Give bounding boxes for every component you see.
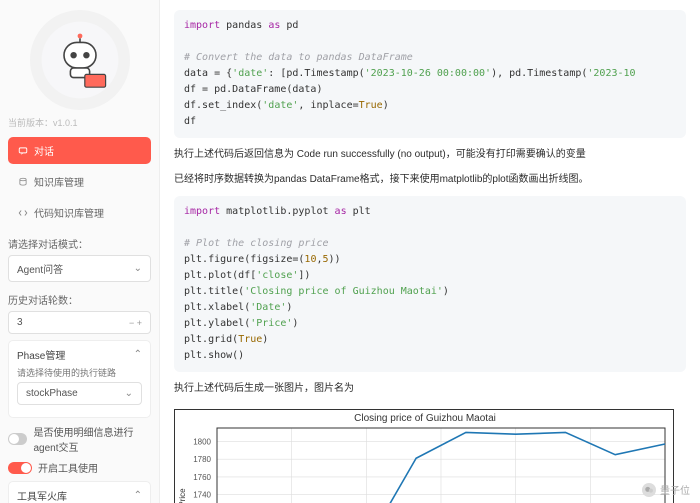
toggle-detail-row: 是否使用明细信息进行agent交互 [8,424,151,454]
watermark: 量子位 [642,482,690,497]
svg-text:1800: 1800 [193,437,211,446]
nav-chat-label: 对话 [34,143,54,158]
chevron-down-icon: ⌄ [134,263,142,274]
history-value: 3 [17,317,23,328]
select-mode-value: Agent问答 [17,261,63,276]
toolbox-card: 工具军火库 ⌃ 请选择待使用的工具 StockInfo× StockName× … [8,481,151,503]
nav-kb-label: 知识库管理 [34,174,84,189]
phase-card-title: Phase管理 [17,347,65,362]
chevron-up-icon[interactable]: ⌃ [134,349,142,360]
phase-select-value: stockPhase [26,388,78,399]
robot-icon [40,20,120,100]
app-logo [30,10,130,110]
main-content: import pandas as pd # Convert the data t… [160,0,700,503]
svg-text:1780: 1780 [193,455,211,464]
phase-card: Phase管理 ⌃ 请选择待使用的执行链路 stockPhase ⌄ [8,340,151,418]
toggle-detail[interactable] [8,433,27,445]
chevron-up-icon[interactable]: ⌃ [134,490,142,501]
svg-text:1760: 1760 [193,473,211,482]
code-block-2: import matplotlib.pyplot as plt # Plot t… [174,196,686,372]
database-icon [18,177,28,187]
code-block-1: import pandas as pd # Convert the data t… [174,10,686,138]
sidebar: 当前版本：v1.0.1 对话 知识库管理 代码知识库管理 请选择对话模式： Ag… [0,0,160,503]
history-label: 历史对话轮数： [8,292,151,307]
toggle-detail-label: 是否使用明细信息进行agent交互 [33,424,151,454]
watermark-label: 量子位 [660,482,690,497]
svg-text:Closing price of Guizhou Maota: Closing price of Guizhou Maotai [354,413,496,424]
svg-text:1740: 1740 [193,491,211,500]
phase-select[interactable]: stockPhase ⌄ [17,382,142,405]
toolbox-title: 工具军火库 [17,488,67,503]
history-stepper[interactable]: 3 − + [8,311,151,334]
wechat-icon [642,483,656,497]
nav-knowledge[interactable]: 知识库管理 [8,168,151,195]
nav-chat[interactable]: 对话 [8,137,151,164]
stepper-buttons[interactable]: − + [129,318,142,328]
chat-icon [18,146,28,156]
nav-codekb-label: 代码知识库管理 [34,205,104,220]
chevron-down-icon: ⌄ [125,388,133,399]
toggle-tool-row: 开启工具使用 [8,460,151,475]
nav-code-kb[interactable]: 代码知识库管理 [8,199,151,226]
chart-closing-price: 16801700172017401760178018002023-10-2720… [174,409,674,503]
svg-text:Price: Price [178,488,187,503]
toggle-tool-label: 开启工具使用 [38,460,98,475]
paragraph: 执行上述代码后生成一张图片，图片名为 [174,380,686,397]
app-root: 当前版本：v1.0.1 对话 知识库管理 代码知识库管理 请选择对话模式： Ag… [0,0,700,503]
code-icon [18,208,28,218]
select-mode-label: 请选择对话模式： [8,236,151,251]
version-label: 当前版本：v1.0.1 [8,116,151,129]
paragraph: 已经将时序数据转换为pandas DataFrame格式，接下来使用matplo… [174,171,686,188]
toggle-tool[interactable] [8,462,32,474]
select-mode[interactable]: Agent问答 ⌄ [8,255,151,282]
phase-select-label: 请选择待使用的执行链路 [17,366,142,379]
paragraph: 执行上述代码后返回信息为 Code run successfully (no o… [174,146,686,163]
